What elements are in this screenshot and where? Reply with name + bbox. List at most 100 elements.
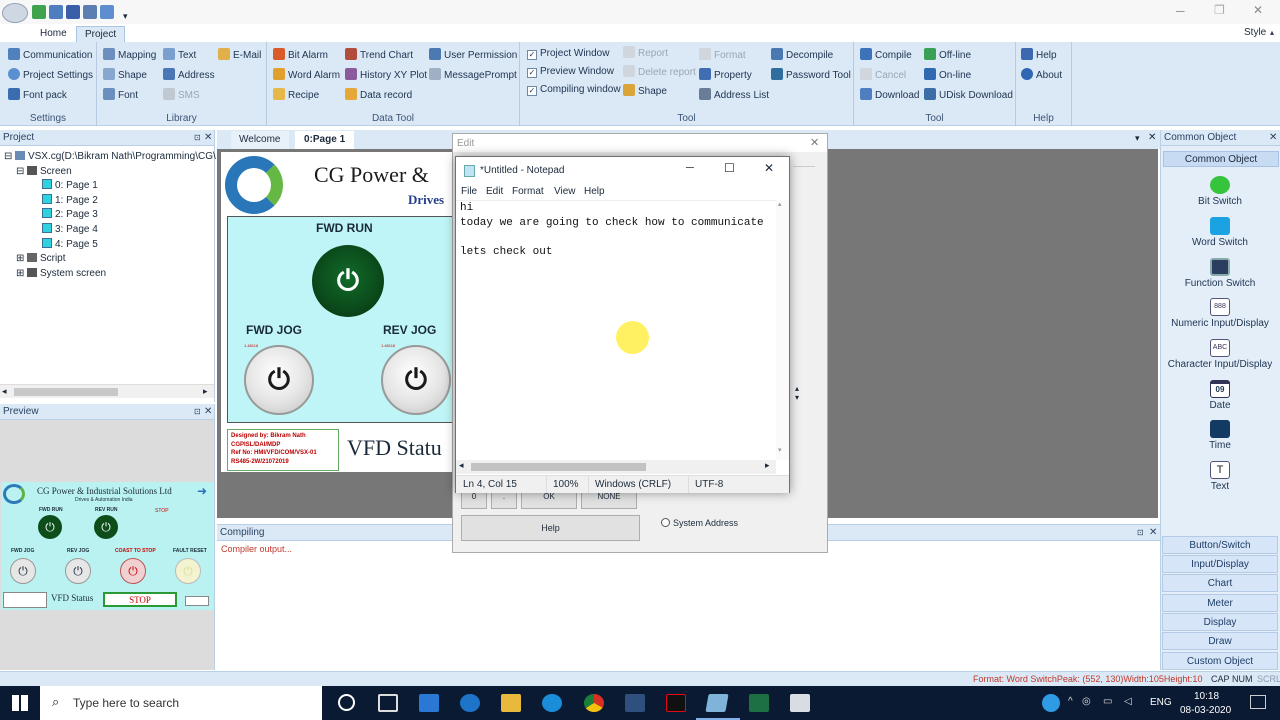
help-chevron-icon[interactable]: ▴ [1270, 28, 1274, 37]
category-draw[interactable]: Draw [1162, 632, 1278, 650]
compiling-window-check[interactable]: ✓ Compiling window [527, 82, 621, 98]
maximize-icon[interactable]: ☐ [724, 161, 735, 175]
clock-date[interactable]: 08-03-2020 [1180, 705, 1231, 716]
edge-icon[interactable] [460, 694, 480, 712]
panel-close-icon[interactable]: ✕ [204, 404, 212, 420]
category-display[interactable]: Display [1162, 613, 1278, 631]
about-button[interactable]: About [1021, 68, 1062, 84]
trend-chart-button[interactable]: Trend Chart [345, 48, 413, 64]
store-icon[interactable] [625, 694, 645, 712]
file-explorer-icon[interactable] [501, 694, 521, 712]
panel-close-icon[interactable]: ✕ [1149, 525, 1157, 541]
close-icon[interactable]: ✕ [1253, 3, 1263, 17]
volume-icon[interactable]: ◁ [1124, 696, 1132, 707]
shape-tool-button[interactable]: Shape [623, 84, 667, 100]
show-hidden-icons[interactable]: ^ [1068, 696, 1073, 707]
user-permission-button[interactable]: User Permission [429, 48, 517, 64]
scroll-left-icon[interactable]: ◂ [2, 386, 7, 397]
edit-help-button[interactable]: Help [461, 515, 640, 541]
on-line-button[interactable]: On-line [924, 68, 971, 84]
message-prompt-button[interactable]: MessagePrompt [429, 68, 517, 84]
bit-switch-item[interactable]: Bit Switch [1161, 176, 1279, 207]
character-input-item[interactable]: ABC Character Input/Display [1161, 339, 1279, 370]
decompile-button[interactable]: Decompile [771, 48, 833, 64]
scroll-thumb[interactable] [14, 388, 118, 396]
project-hscrollbar[interactable]: ◂ ▸ [0, 384, 214, 398]
help-tray-icon[interactable] [1042, 694, 1060, 712]
battery-icon[interactable]: ▭ [1103, 696, 1112, 707]
tree-page[interactable]: 2: Page 3 [4, 208, 214, 223]
shape-library-button[interactable]: Shape [103, 68, 147, 84]
tree-page[interactable]: 4: Page 5 [4, 237, 214, 253]
pin-icon[interactable]: ⊡ [1137, 525, 1144, 541]
tab-welcome[interactable]: Welcome [231, 131, 289, 149]
tab-close-icon[interactable]: ✕ [1148, 132, 1156, 143]
date-item[interactable]: 09 Date [1161, 380, 1279, 411]
text-item[interactable]: T Text [1161, 461, 1279, 492]
ok-button[interactable]: OK [521, 491, 577, 509]
scroll-thumb[interactable] [471, 463, 646, 471]
format-button[interactable]: Format [699, 48, 746, 64]
tab-page-1[interactable]: 0:Page 1 [295, 131, 355, 149]
system-address-option[interactable]: System Address [661, 518, 738, 528]
save-icon[interactable] [66, 5, 80, 19]
cortana-icon[interactable] [338, 694, 355, 711]
style-menu[interactable]: Style [1244, 27, 1266, 38]
time-item[interactable]: Time [1161, 420, 1279, 451]
scroll-right-icon[interactable]: ▸ [203, 386, 208, 397]
history-xy-plot-button[interactable]: History XY Plot [345, 68, 427, 84]
font-library-button[interactable]: Font [103, 88, 138, 104]
task-view-icon[interactable] [378, 694, 398, 712]
delete-report-button[interactable]: Delete report [623, 65, 696, 81]
category-chart[interactable]: Chart [1162, 574, 1278, 592]
property-button[interactable]: Property [699, 68, 752, 84]
report-button[interactable]: Report [623, 46, 668, 62]
category-input-display[interactable]: Input/Display [1162, 555, 1278, 573]
scroll-left-icon[interactable]: ◂ [459, 460, 464, 471]
clock-time[interactable]: 10:18 [1194, 691, 1219, 702]
tree-script[interactable]: ⊞ Script [4, 252, 214, 267]
common-object-tab[interactable]: Common Object [1163, 151, 1279, 167]
panel-close-icon[interactable]: ✕ [1269, 130, 1277, 146]
notifications-icon[interactable] [1250, 695, 1266, 709]
hmi-app-icon[interactable] [790, 694, 810, 712]
none-button[interactable]: NONE [581, 491, 637, 509]
udisk-download-button[interactable]: UDisk Download [924, 88, 1013, 104]
email-button[interactable]: E-Mail [218, 48, 261, 64]
tree-screen[interactable]: ⊟ Screen [4, 165, 214, 180]
panel-close-icon[interactable]: ✕ [204, 130, 212, 146]
print-icon[interactable] [83, 5, 97, 19]
open-icon[interactable] [49, 5, 63, 19]
fwd-run-button[interactable]: ⏻ [312, 245, 384, 317]
fwd-jog-button[interactable]: ⏻ [244, 345, 314, 415]
chrome-icon[interactable] [584, 694, 604, 712]
minimize-icon[interactable]: ─ [1176, 4, 1185, 18]
windows-start-icon[interactable] [12, 695, 28, 711]
tree-system-screen[interactable]: ⊞ System screen [4, 267, 214, 282]
notepad-vscrollbar[interactable]: ▴ ▾ [776, 200, 789, 460]
excel-icon[interactable] [749, 694, 769, 712]
category-button-switch[interactable]: Button/Switch [1162, 536, 1278, 554]
address-list-button[interactable]: Address List [699, 88, 769, 104]
word-alarm-button[interactable]: Word Alarm [273, 68, 340, 84]
project-settings-button[interactable]: Project Settings [8, 68, 93, 84]
maximize-icon[interactable]: ❐ [1214, 3, 1225, 17]
minimize-icon[interactable]: ─ [686, 162, 694, 174]
function-switch-item[interactable]: Function Switch [1161, 258, 1279, 289]
notepad-taskbar-icon[interactable] [705, 694, 729, 712]
preview-screen[interactable]: CG Power & Industrial Solutions Ltd Driv… [1, 482, 214, 610]
mapping-button[interactable]: Mapping [103, 48, 156, 64]
taskbar-search-box[interactable]: ⌕ Type here to search [40, 686, 322, 720]
scroll-up-icon[interactable]: ▴ [778, 200, 782, 208]
communication-button[interactable]: Communication [8, 48, 92, 64]
text-library-button[interactable]: Text [163, 48, 196, 64]
address-button[interactable]: Address [163, 68, 215, 84]
project-window-check[interactable]: ✓ Project Window [527, 46, 609, 62]
new-icon[interactable] [32, 5, 46, 19]
tree-page[interactable]: 0: Page 1 [4, 179, 214, 194]
sms-button[interactable]: SMS [163, 88, 200, 104]
key-dot-button[interactable]: . [491, 491, 517, 509]
category-meter[interactable]: Meter [1162, 594, 1278, 612]
numeric-input-item[interactable]: 888 Numeric Input/Display [1161, 298, 1279, 329]
compile-button[interactable]: Compile [860, 48, 912, 64]
